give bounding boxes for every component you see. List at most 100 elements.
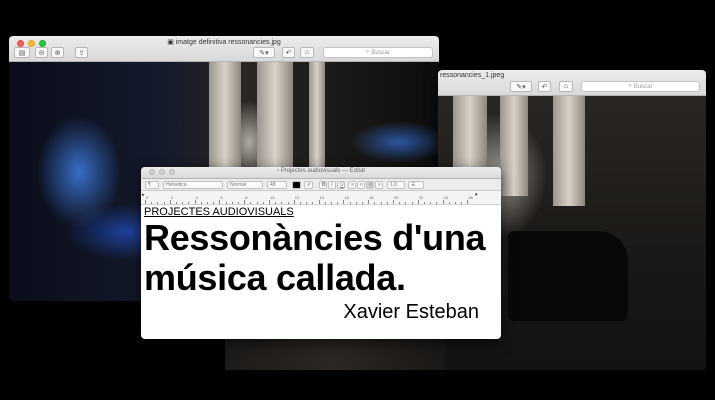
- ruler-number: 2: [170, 195, 174, 200]
- ruler-minor-tick: [355, 202, 357, 204]
- ruler-major-tick: [169, 200, 171, 204]
- pen-icon: ✎▾: [516, 83, 526, 91]
- ruler-number: 0: [146, 195, 149, 200]
- ruler-minor-tick: [231, 202, 233, 204]
- ruler-major-tick: [467, 200, 469, 204]
- zoom-out-icon: ⊖: [38, 49, 45, 57]
- desktop: ▣ imatge definitiva ressonancies.jpg ▤ ⊖…: [0, 0, 715, 400]
- ruler-minor-tick: [337, 202, 339, 204]
- pen-icon: ✎▾: [259, 49, 269, 57]
- search-input[interactable]: ⌕ Buscar: [323, 47, 433, 58]
- font-size-select[interactable]: 48: [267, 181, 287, 189]
- image-file-icon: ▣: [167, 39, 176, 46]
- toolbox-button[interactable]: ⌂: [300, 47, 314, 58]
- justify-icon: ≡: [378, 182, 381, 188]
- align-left-button[interactable]: ≡: [348, 181, 356, 189]
- ruler-minor-tick: [436, 202, 438, 204]
- ruler-minor-tick: [200, 202, 202, 204]
- ruler-minor-tick: [151, 202, 153, 204]
- ruler-minor-tick: [306, 202, 308, 204]
- search-icon: ⌕: [628, 83, 632, 89]
- rotate-button[interactable]: ↶: [282, 47, 295, 58]
- ruler-minor-tick: [312, 202, 314, 204]
- markup-button[interactable]: ✎▾: [510, 81, 532, 92]
- document-title-line-1: Ressonàncies d'una: [144, 217, 486, 258]
- ruler-number: 22: [418, 195, 424, 200]
- text-color-swatch[interactable]: [292, 181, 301, 189]
- window-title: ▣ imatge definitiva ressonancies.jpg: [167, 39, 281, 46]
- window-title: ▫ Projectes audiovisuals — Editat: [276, 168, 366, 174]
- piano-image: [508, 231, 628, 321]
- ruler-major-tick: [318, 200, 320, 204]
- ruler-number: 12: [294, 195, 300, 200]
- toolbox-button[interactable]: ⌂: [559, 81, 573, 92]
- ruler-minor-tick: [455, 202, 456, 204]
- ruler-number: 24: [443, 195, 449, 200]
- curtain: [309, 62, 325, 182]
- ruler-minor-tick: [380, 202, 382, 204]
- zoom-in-button[interactable]: ⊕: [51, 47, 64, 58]
- ruler-minor-tick: [300, 202, 301, 204]
- titlebar[interactable]: ▣ imatge definitiva ressonancies.jpg ▤ ⊖…: [9, 36, 439, 62]
- text-editor-window[interactable]: ▫ Projectes audiovisuals — Editat ¶ Helv…: [141, 167, 501, 339]
- ruler[interactable]: ▸ ▾ 0 2 4 6 8 10 12 14 16 18 20 22 24 26: [141, 191, 501, 205]
- highlight-icon: ✐: [307, 182, 312, 188]
- ruler-number: 8: [245, 195, 248, 200]
- highlight-color-button[interactable]: ✐: [304, 181, 313, 189]
- markup-button[interactable]: ✎▾: [253, 47, 275, 58]
- search-input[interactable]: ⌕ Buscar: [581, 81, 700, 92]
- ruler-major-tick: [219, 200, 221, 204]
- align-right-icon: ≡: [369, 182, 372, 188]
- right-margin-marker[interactable]: ▾: [475, 192, 478, 198]
- ruler-minor-tick: [225, 202, 227, 204]
- ruler-minor-tick: [238, 202, 239, 204]
- line-spacing-select[interactable]: 1,0: [387, 181, 405, 189]
- ruler-minor-tick: [424, 202, 425, 204]
- ruler-major-tick: [269, 200, 270, 204]
- sidebar-toggle-button[interactable]: ▤: [14, 47, 30, 58]
- align-left-icon: ≡: [351, 182, 354, 188]
- zoom-out-button[interactable]: ⊖: [35, 47, 48, 58]
- share-button[interactable]: ⇪: [75, 47, 88, 58]
- sidebar-icon: ▤: [18, 49, 26, 57]
- ruler-number: 20: [394, 195, 399, 200]
- rotate-icon: ↶: [285, 49, 292, 57]
- align-center-button[interactable]: ≡: [357, 181, 365, 189]
- align-right-button[interactable]: ≡: [366, 181, 374, 189]
- titlebar[interactable]: ▫ Projectes audiovisuals — Editat: [141, 167, 501, 179]
- curtain: [553, 96, 585, 206]
- list-style-select[interactable]: ☰: [408, 181, 424, 189]
- italic-button[interactable]: I: [328, 181, 336, 189]
- ruler-minor-tick: [349, 202, 351, 204]
- bold-button[interactable]: B: [319, 181, 327, 189]
- titlebar[interactable]: ressonancies_1.jpeg ✎▾ ↶ ⌂ ⌕ Buscar: [438, 70, 706, 96]
- ruler-number: 18: [369, 195, 374, 200]
- tab-stop-marker[interactable]: ▸: [142, 192, 145, 198]
- font-family-select[interactable]: Helvetica: [163, 181, 223, 189]
- curtain: [500, 96, 528, 196]
- ruler-minor-tick: [250, 202, 252, 204]
- ruler-minor-tick: [176, 202, 177, 204]
- ruler-minor-tick: [188, 202, 190, 204]
- ruler-major-tick: [442, 200, 444, 204]
- ruler-minor-tick: [281, 202, 283, 204]
- ruler-major-tick: [417, 200, 419, 204]
- ruler-number: 10: [270, 195, 275, 200]
- ruler-minor-tick: [262, 202, 264, 204]
- search-icon: ⌕: [365, 49, 370, 55]
- underline-button[interactable]: U: [337, 181, 345, 189]
- paragraph-style-select[interactable]: ¶: [145, 181, 159, 189]
- rotate-button[interactable]: ↶: [538, 81, 551, 92]
- ruler-major-tick: [194, 200, 196, 204]
- ruler-minor-tick: [331, 202, 332, 204]
- font-style-select[interactable]: Normal: [227, 181, 263, 189]
- document-author: Xavier Esteban: [343, 301, 479, 323]
- ruler-minor-tick: [213, 202, 215, 204]
- ruler-minor-tick: [163, 202, 165, 204]
- ruler-minor-tick: [157, 202, 159, 204]
- justify-button[interactable]: ≡: [375, 181, 383, 189]
- ruler-minor-tick: [182, 202, 184, 204]
- ruler-number: 16: [344, 195, 349, 200]
- document-body[interactable]: PROJECTES AUDIOVISUALS Ressonàncies d'un…: [141, 206, 501, 324]
- ruler-major-tick: [145, 200, 146, 204]
